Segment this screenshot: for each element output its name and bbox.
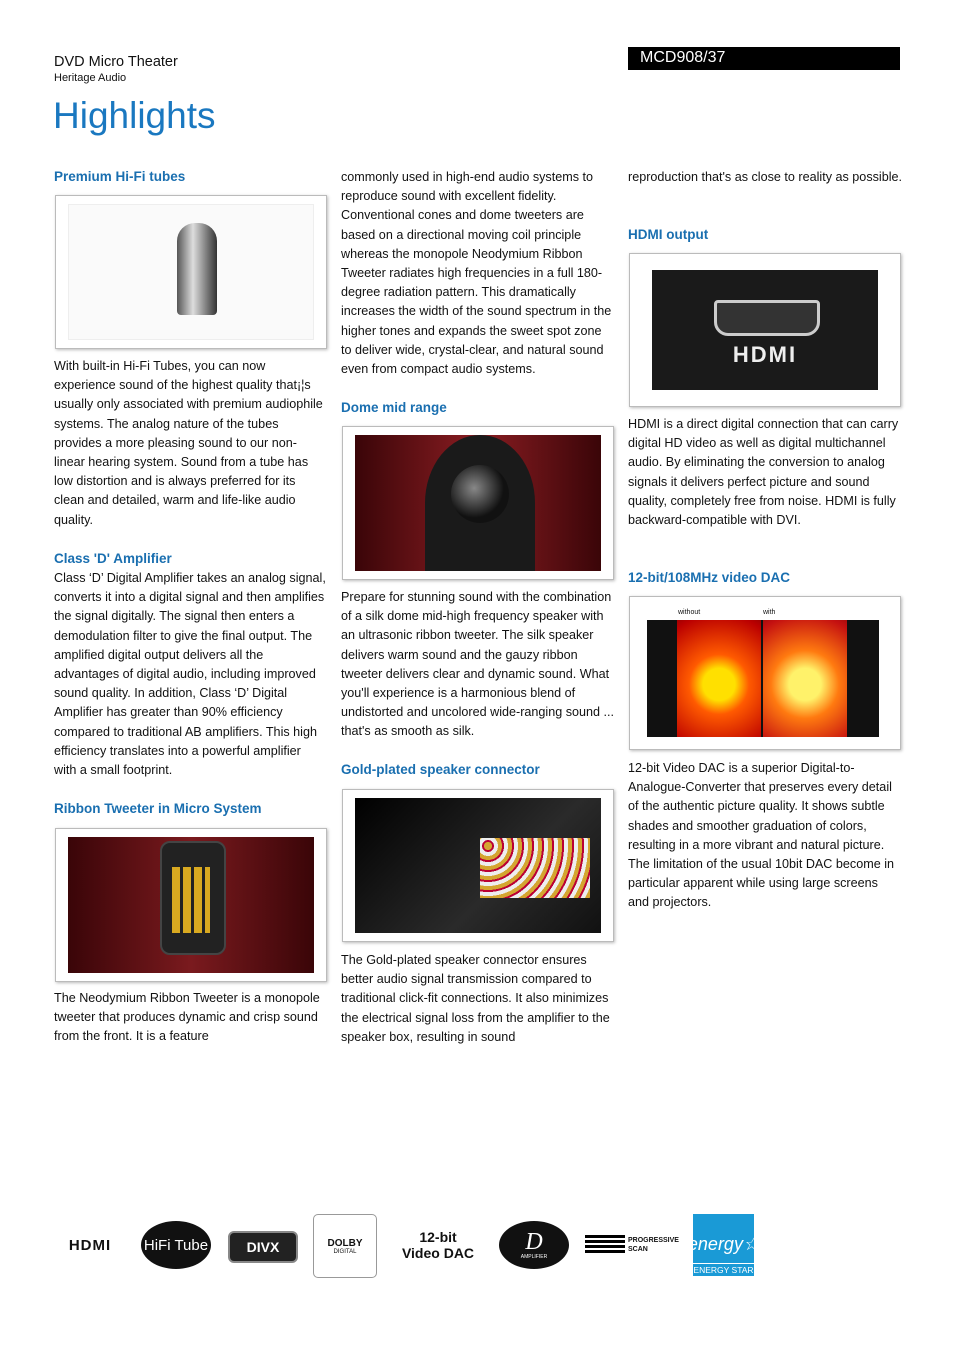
gold-connector-image: [342, 789, 614, 942]
heading-video-dac: 12-bit/108MHz video DAC: [628, 570, 791, 585]
connector-icon: [480, 838, 590, 898]
energy-star-logo: energy☆ ENERGY STAR: [688, 1214, 759, 1276]
model-number: MCD908/37: [640, 49, 726, 66]
tube-image: [55, 195, 327, 349]
ribbon-text-continued: commonly used in high-end audio systems …: [341, 170, 612, 377]
hifi-tube-logo: HiFi Tube: [141, 1221, 211, 1269]
hdmi-logo: HDMI: [68, 1236, 112, 1254]
product-type: DVD Micro Theater: [54, 54, 178, 70]
dome-text: Prepare for stunning sound with the comb…: [341, 590, 615, 739]
dac-logo-line1: 12-bit: [419, 1229, 457, 1245]
hdmi-text: HDMI is a direct digital connection that…: [628, 417, 899, 528]
hdmi-image: HDMI: [629, 253, 901, 407]
dome-icon: [451, 465, 509, 523]
heading-hdmi-output: HDMI output: [628, 227, 709, 242]
video-dac-logo: 12-bit Video DAC: [388, 1212, 488, 1278]
dolby-sub: DIGITAL: [333, 1248, 357, 1255]
energy-star-text: ENERGY STAR: [693, 1263, 754, 1275]
label-without: without: [678, 609, 701, 616]
product-subtitle: Heritage Audio: [54, 72, 127, 84]
video-dac-image: without with: [629, 596, 901, 750]
label-with: with: [763, 609, 776, 616]
heading-dome-mid-range: Dome mid range: [341, 400, 447, 415]
heading-gold-connector: Gold-plated speaker connector: [341, 762, 540, 777]
hdmi-port-icon: [714, 300, 820, 336]
model-bar: MCD908/37: [628, 47, 900, 70]
heading-ribbon-tweeter: Ribbon Tweeter in Micro System: [54, 801, 262, 816]
dac-logo-line2: Video DAC: [401, 1245, 475, 1261]
gold-text-continued: reproduction that's as close to reality …: [628, 170, 903, 184]
hdmi-image-label: HDMI: [732, 342, 798, 367]
ribbon-icon: [172, 867, 210, 933]
gold-text: The Gold-plated speaker connector ensure…: [341, 953, 610, 1044]
progressive-text: PROGRESSIVE SCAN: [628, 1237, 679, 1253]
divx-logo: DIVX: [228, 1231, 298, 1263]
dolby-digital-logo: DOLBY DIGITAL: [313, 1214, 377, 1278]
dolby-text: DOLBY: [327, 1237, 363, 1249]
amp-text: AMPLIFIER: [520, 1254, 548, 1260]
dome-speaker-image: [342, 426, 614, 580]
class-d-text: Class ‘D’ Digital Amplifier takes an ana…: [54, 571, 326, 778]
ribbon-text: The Neodymium Ribbon Tweeter is a monopo…: [54, 991, 320, 1044]
leaflet-page: DVD Micro Theater Heritage Audio MCD908/…: [0, 0, 954, 1350]
vacuum-tube-icon: [177, 223, 217, 315]
tubes-text: With built-in Hi-Fi Tubes, you can now e…: [54, 359, 323, 527]
ribbon-tweeter-image: [55, 828, 327, 982]
heading-premium-tubes: Premium Hi-Fi tubes: [54, 169, 186, 184]
progressive-scan-logo: PROGRESSIVE SCAN: [585, 1212, 680, 1278]
page-title: Highlights: [53, 95, 216, 136]
class-d-amplifier-logo: D AMPLIFIER: [499, 1221, 569, 1269]
heading-class-d: Class 'D' Amplifier: [54, 551, 172, 566]
dac-text: 12-bit Video DAC is a superior Digital-t…: [628, 761, 895, 910]
